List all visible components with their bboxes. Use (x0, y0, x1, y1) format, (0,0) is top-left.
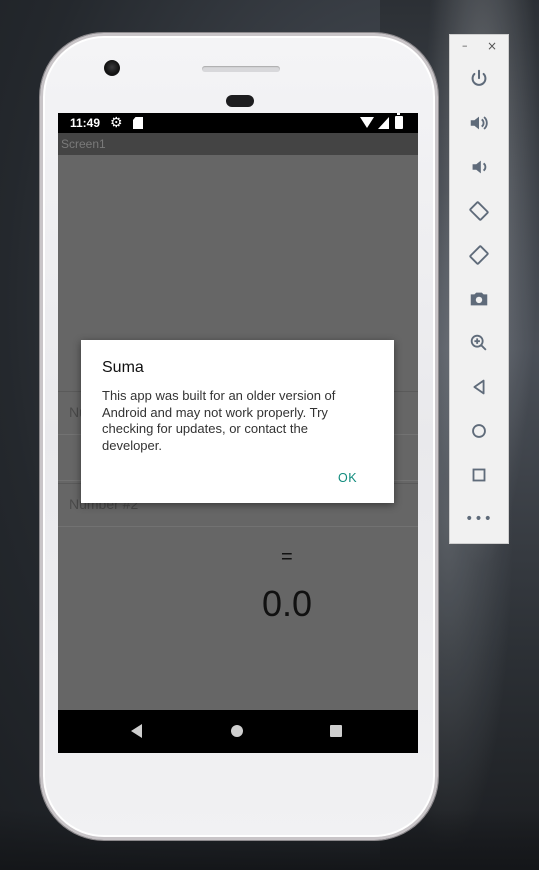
app-title-bar: Screen1 (58, 133, 418, 155)
close-button[interactable]: × (487, 39, 497, 53)
nav-home-icon[interactable] (231, 725, 243, 737)
compatibility-dialog: Suma This app was built for an older ver… (81, 340, 394, 503)
zoom-icon[interactable] (465, 329, 493, 357)
volume-down-icon[interactable] (465, 153, 493, 181)
camera-icon[interactable] (465, 285, 493, 313)
app-title: Screen1 (61, 137, 106, 151)
nav-back-icon[interactable] (131, 724, 142, 738)
rotate-right-icon[interactable] (465, 241, 493, 269)
ok-button[interactable]: OK (338, 471, 357, 485)
earpiece-speaker (202, 66, 280, 72)
rotate-left-icon[interactable] (465, 197, 493, 225)
emulator-toolbar: – × ••• (449, 34, 509, 544)
wifi-icon (360, 117, 374, 128)
power-icon[interactable] (465, 65, 493, 93)
equals-label: = (281, 546, 293, 568)
status-bar: 11:49 ⚙ (58, 113, 418, 133)
sd-card-icon (133, 117, 143, 129)
dialog-title: Suma (102, 359, 144, 376)
minimize-button[interactable]: – (462, 39, 468, 52)
back-icon[interactable] (465, 373, 493, 401)
nav-recents-icon[interactable] (330, 725, 342, 737)
front-camera (104, 60, 120, 76)
phone-screen: 11:49 ⚙ Screen1 Number #1 Number #2 = 0.… (58, 113, 418, 753)
signal-icon (378, 117, 389, 129)
more-icon[interactable]: ••• (465, 505, 493, 533)
proximity-sensor (226, 95, 254, 107)
status-time: 11:49 (70, 116, 101, 130)
gear-icon: ⚙ (110, 114, 123, 130)
dialog-message: This app was built for an older version … (102, 388, 336, 453)
overview-icon[interactable] (465, 461, 493, 489)
result-value: 0.0 (262, 583, 313, 624)
navigation-bar (58, 710, 418, 753)
battery-icon (395, 113, 403, 129)
volume-up-icon[interactable] (465, 109, 493, 137)
home-icon[interactable] (465, 417, 493, 445)
